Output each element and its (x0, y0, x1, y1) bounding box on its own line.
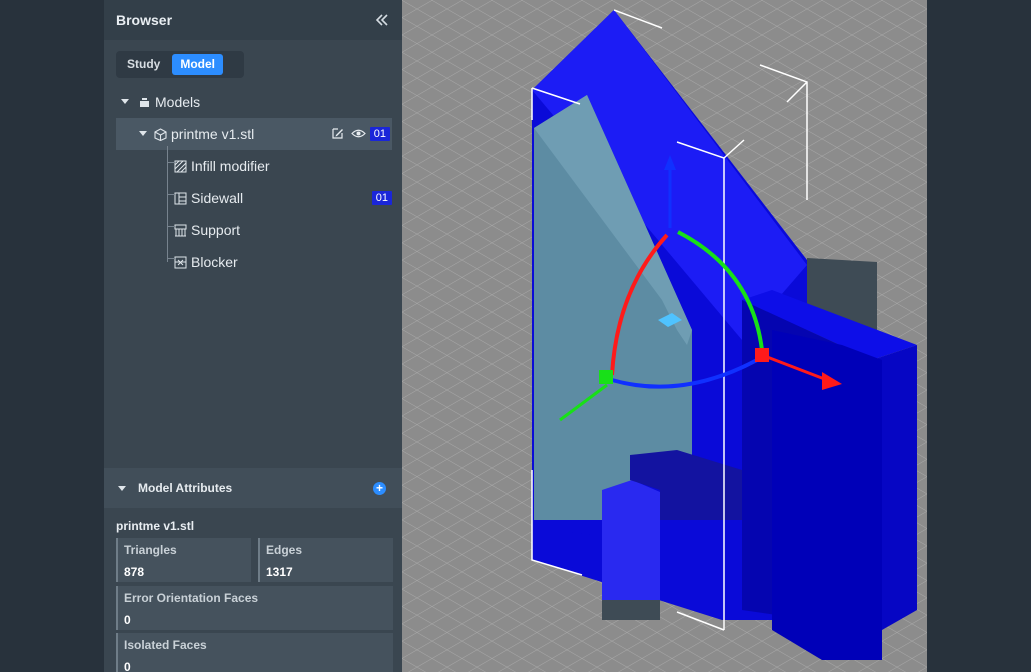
tree-branch (167, 258, 175, 259)
sidewall-badge: 01 (371, 191, 392, 205)
add-icon[interactable]: + (373, 482, 386, 495)
model-tree: Models printme v1.stl 01 Infill modifier (104, 86, 402, 278)
tree-item-infill-modifier[interactable]: Infill modifier (104, 150, 402, 182)
attributes-file-name: printme v1.stl (116, 519, 195, 533)
caret-down-icon[interactable] (120, 97, 130, 107)
triangles-stat: Triangles 878 (116, 538, 251, 582)
edges-value: 1317 (266, 565, 293, 579)
models-stack-icon (138, 96, 151, 109)
blocker-icon (174, 256, 187, 269)
caret-down-icon[interactable] (138, 129, 148, 139)
browser-title: Browser (116, 12, 173, 28)
tree-item-label: Support (191, 222, 241, 238)
viewport-scene[interactable] (402, 0, 927, 672)
edit-icon[interactable] (331, 127, 344, 143)
tree-item-model-label: printme v1.stl (171, 126, 255, 142)
error-orientation-label: Error Orientation Faces (124, 591, 259, 605)
tree-item-support[interactable]: Support (104, 214, 402, 246)
edges-label: Edges (266, 543, 303, 557)
tab-model[interactable]: Model (172, 54, 224, 75)
tree-branch (167, 162, 175, 163)
isolated-faces-label: Isolated Faces (124, 638, 207, 652)
support-icon (174, 224, 187, 237)
triangles-value: 878 (124, 565, 145, 579)
isolated-faces-value: 0 (124, 660, 131, 672)
3d-viewport[interactable] (402, 0, 927, 672)
left-margin (0, 0, 104, 672)
tree-item-sidewall[interactable]: Sidewall 01 (104, 182, 402, 214)
triangles-label: Triangles (124, 543, 177, 557)
view-tabs: Study Model (116, 51, 244, 78)
infill-icon (174, 160, 187, 173)
double-chevron-left-icon[interactable] (374, 12, 390, 28)
isolated-faces-stat: Isolated Faces 0 (116, 633, 393, 672)
edges-stat: Edges 1317 (258, 538, 393, 582)
eye-icon[interactable] (351, 127, 366, 143)
tree-item-label: Sidewall (191, 190, 244, 206)
tree-item-label: Blocker (191, 254, 238, 270)
tree-item-blocker[interactable]: Blocker (104, 246, 402, 278)
tree-branch (167, 226, 175, 227)
cube-icon (154, 127, 167, 141)
error-orientation-stat: Error Orientation Faces 0 (116, 586, 393, 630)
tree-branch (167, 194, 175, 195)
model-attributes-header[interactable]: Model Attributes + (104, 468, 402, 508)
browser-header: Browser (104, 0, 402, 40)
tree-item-models-label: Models (155, 94, 201, 110)
tree-item-label: Infill modifier (191, 158, 270, 174)
browser-panel: Browser Study Model Models printme v1.st… (104, 0, 402, 672)
right-margin (927, 0, 1031, 672)
model-attributes-title: Model Attributes (138, 481, 233, 495)
sidewall-icon (174, 192, 187, 205)
error-orientation-value: 0 (124, 613, 131, 627)
model-badge: 01 (369, 127, 390, 141)
caret-down-icon[interactable] (118, 479, 126, 497)
tree-item-models[interactable]: Models (104, 86, 402, 118)
tree-guide-line (167, 146, 175, 262)
tab-study[interactable]: Study (119, 54, 168, 75)
tree-item-model-file[interactable]: printme v1.stl 01 (116, 118, 392, 150)
